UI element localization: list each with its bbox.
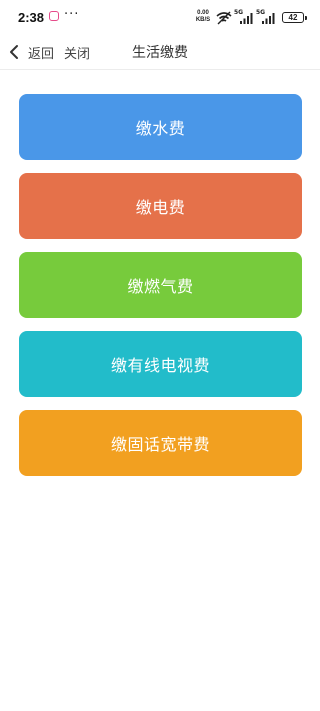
pay-water-label: 缴水费 bbox=[135, 119, 186, 138]
pay-cable-tv-button[interactable]: 缴有线电视费 bbox=[19, 331, 302, 397]
more-notifications-icon: ··· bbox=[64, 7, 80, 22]
signal-icon: 5G bbox=[256, 9, 276, 29]
chevron-left-icon bbox=[8, 44, 22, 60]
status-time: 2:38 bbox=[18, 10, 45, 25]
signal-icon: 5G bbox=[234, 9, 254, 29]
signal-5g-label: 5G bbox=[256, 9, 266, 16]
network-speed-unit: KB/S bbox=[195, 17, 211, 23]
pay-water-button[interactable]: 缴水费 bbox=[19, 94, 302, 160]
battery-icon: 42 bbox=[282, 12, 307, 23]
payment-options: 缴水费 缴电费 缴燃气费 缴有线电视费 缴固话宽带费 bbox=[19, 94, 302, 489]
notification-icon bbox=[49, 11, 59, 21]
signal-5g-label: 5G bbox=[234, 9, 244, 16]
pay-cable-tv-label: 缴有线电视费 bbox=[110, 356, 210, 375]
pay-electricity-label: 缴电费 bbox=[135, 198, 186, 217]
status-bar: 2:38 ··· 0.00 KB/S 5G 5G 42 bbox=[0, 0, 320, 36]
wifi-icon bbox=[216, 10, 232, 29]
pay-electricity-button[interactable]: 缴电费 bbox=[19, 173, 302, 239]
nav-bar: 返回 关闭 生活缴费 bbox=[0, 36, 320, 70]
close-button[interactable]: 关闭 bbox=[64, 40, 90, 64]
network-speed: 0.00 KB/S bbox=[194, 10, 212, 24]
pay-landline-broadband-label: 缴固话宽带费 bbox=[110, 435, 210, 454]
pay-landline-broadband-button[interactable]: 缴固话宽带费 bbox=[19, 410, 302, 476]
network-speed-value: 0.00 bbox=[197, 10, 209, 16]
back-button[interactable]: 返回 bbox=[8, 40, 54, 64]
page-title-text: 生活缴费 bbox=[132, 45, 188, 61]
pay-gas-button[interactable]: 缴燃气费 bbox=[19, 252, 302, 318]
pay-gas-label: 缴燃气费 bbox=[127, 277, 194, 296]
back-label: 返回 bbox=[28, 46, 55, 62]
